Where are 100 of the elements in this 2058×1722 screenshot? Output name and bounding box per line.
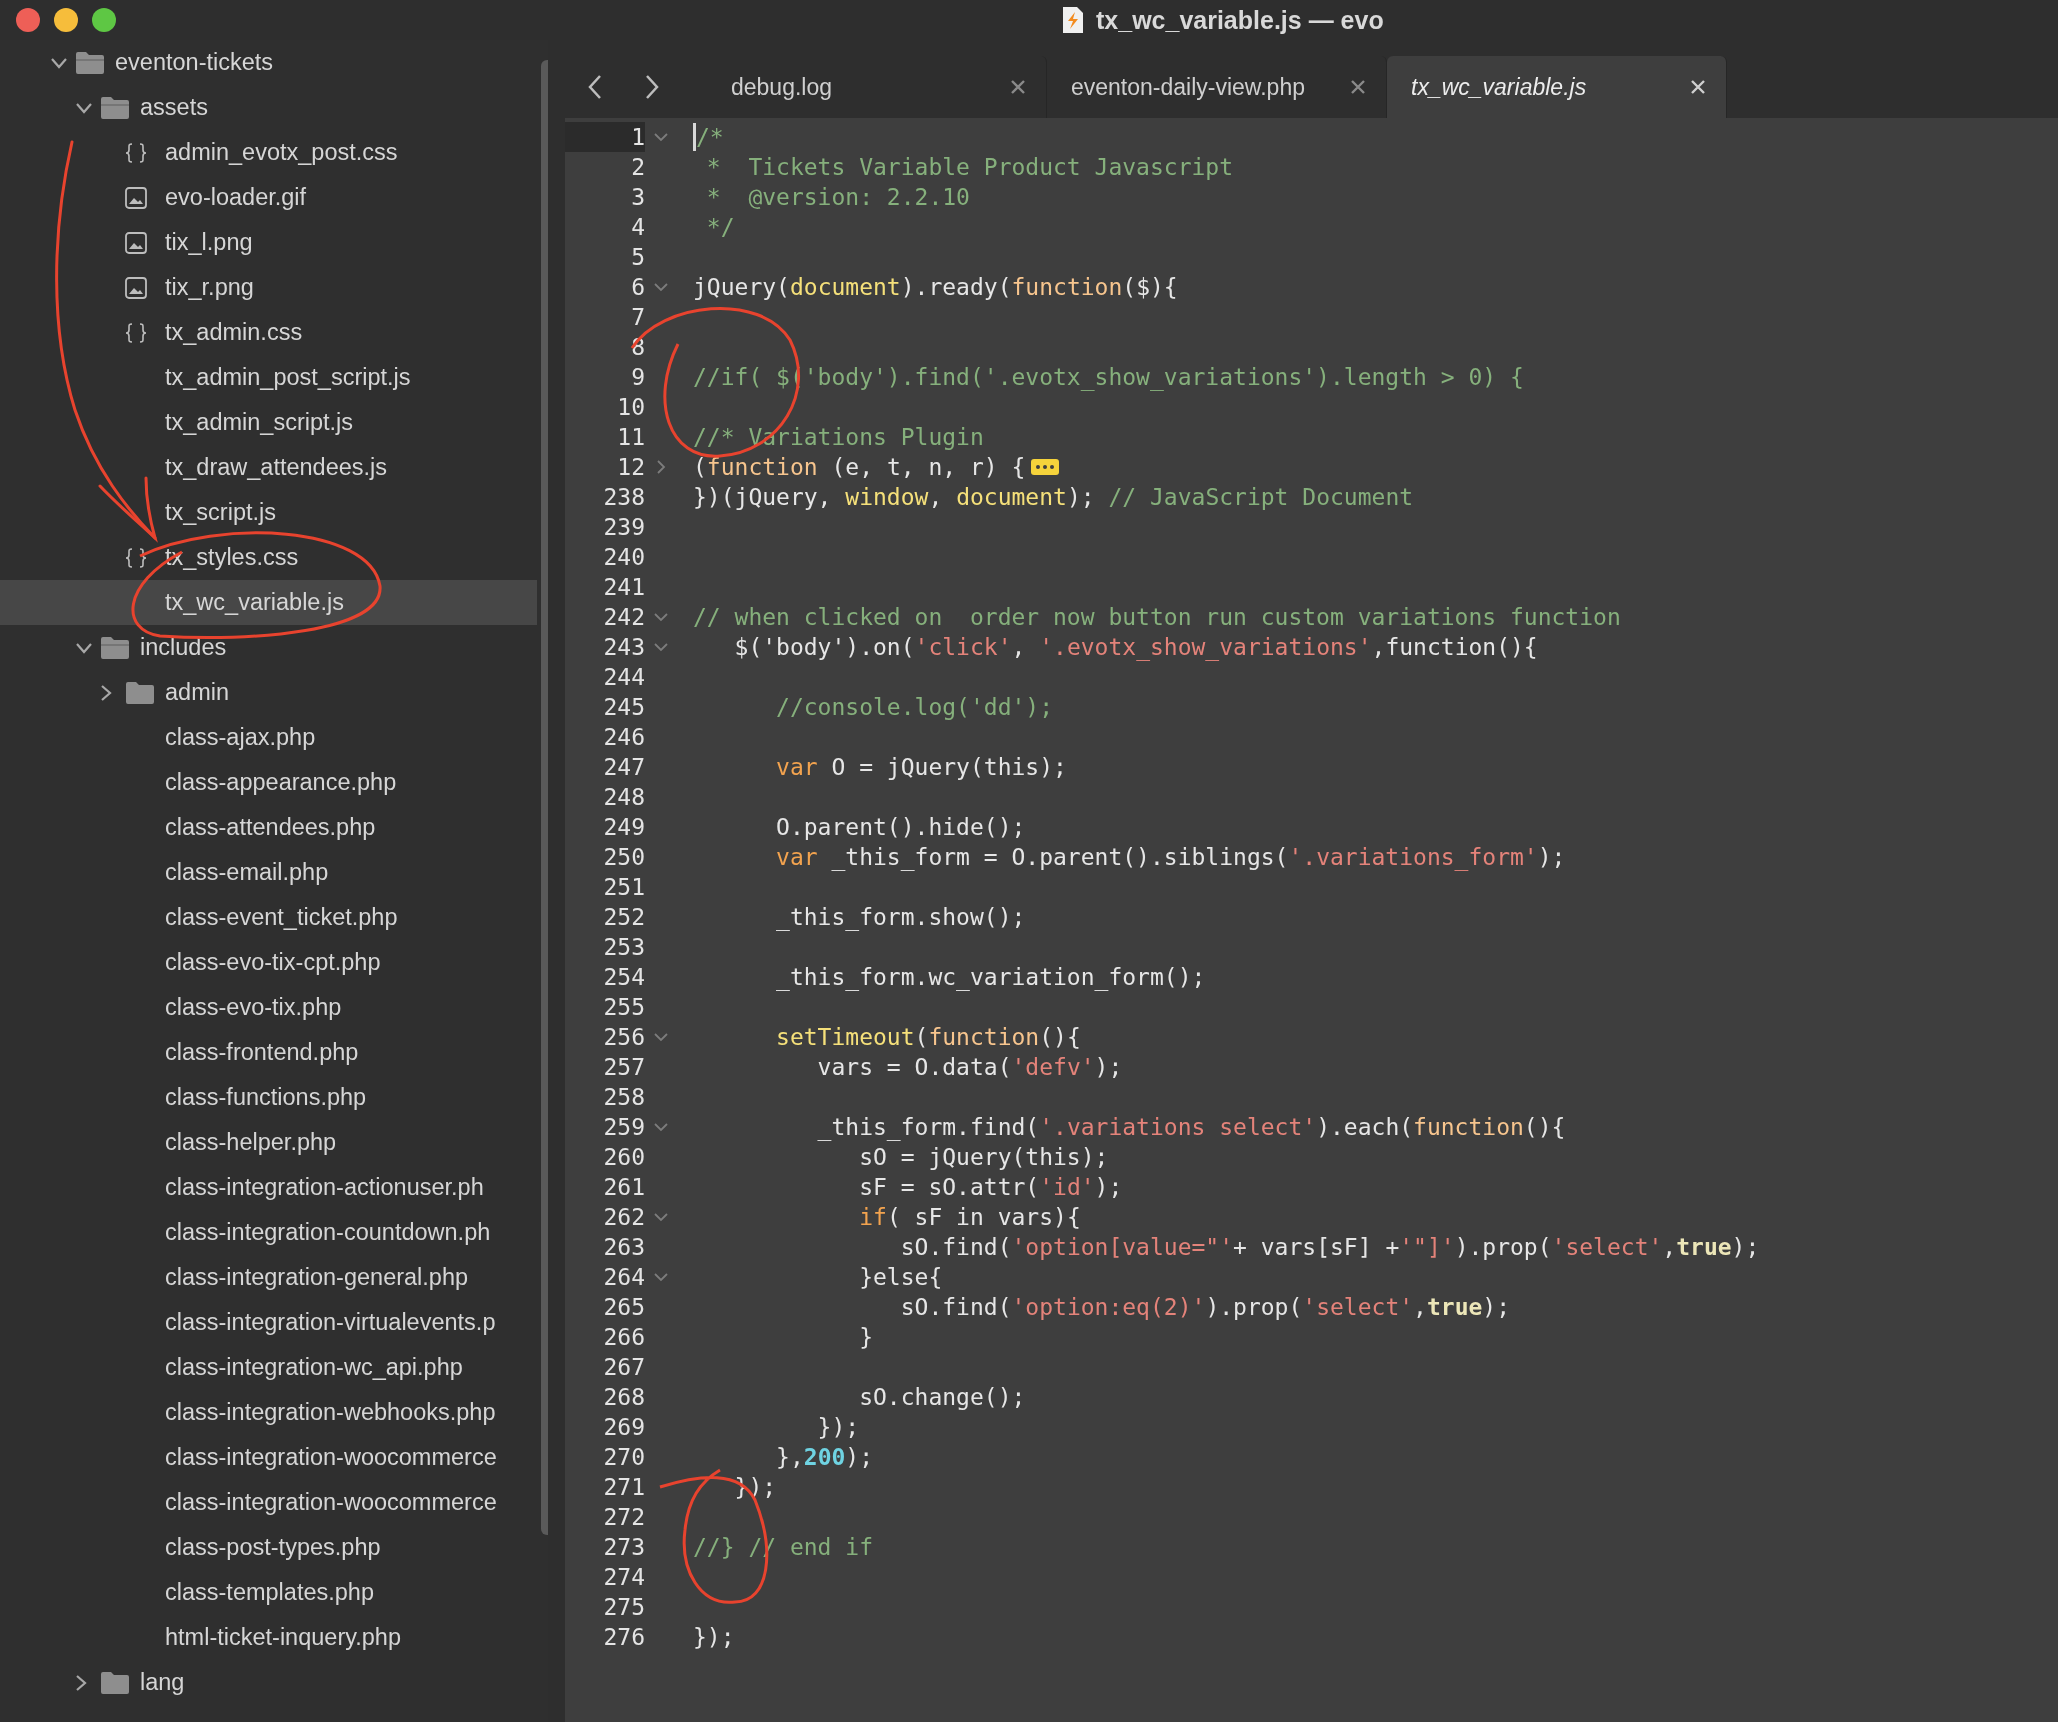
line-number: 276 xyxy=(602,1623,645,1652)
image-file-icon xyxy=(125,231,147,254)
folder-item[interactable]: lang xyxy=(0,1660,537,1705)
editor-tab[interactable]: tx_wc_variable.js xyxy=(1387,56,1727,118)
line-number: 272 xyxy=(602,1503,645,1532)
chevron-down-icon[interactable] xyxy=(50,56,68,69)
line-number: 2 xyxy=(630,153,645,182)
code-line: $('body').on('click', '.evotx_show_variations',function(){ xyxy=(733,633,1538,662)
folder-item[interactable]: includes xyxy=(0,625,537,670)
line-number: 250 xyxy=(602,843,645,872)
close-button[interactable] xyxy=(16,8,40,32)
code-line: _this_form.wc_variation_form(); xyxy=(775,963,1206,992)
file-item[interactable]: class-attendees.php xyxy=(0,805,537,850)
code-line: }); xyxy=(816,1413,860,1442)
chevron-down-icon[interactable] xyxy=(653,1272,669,1282)
file-item[interactable]: class-evo-tix-cpt.php xyxy=(0,940,537,985)
file-item[interactable]: class-functions.php xyxy=(0,1075,537,1120)
chevron-down-icon[interactable] xyxy=(75,101,93,114)
chevron-down-icon[interactable] xyxy=(653,642,669,652)
code-line: setTimeout(function(){ xyxy=(775,1023,1081,1052)
code-line: }); xyxy=(693,1623,735,1652)
file-item[interactable]: tx_script.js xyxy=(0,490,537,535)
line-number: 254 xyxy=(602,963,645,992)
line-number: 269 xyxy=(602,1413,645,1442)
file-item[interactable]: tx_draw_attendees.js xyxy=(0,445,537,490)
file-item[interactable]: class-ajax.php xyxy=(0,715,537,760)
file-item[interactable]: tx_admin_post_script.js xyxy=(0,355,537,400)
file-item[interactable]: tx_admin_script.js xyxy=(0,400,537,445)
line-number: 252 xyxy=(602,903,645,932)
close-icon[interactable] xyxy=(1010,79,1026,95)
chevron-right-icon[interactable] xyxy=(75,1673,87,1692)
zoom-button[interactable] xyxy=(92,8,116,32)
file-item[interactable]: class-integration-general.php xyxy=(0,1255,537,1300)
close-icon[interactable] xyxy=(1690,79,1706,95)
line-number: 249 xyxy=(602,813,645,842)
folder-icon xyxy=(100,635,130,660)
line-number: 238 xyxy=(602,483,645,512)
chevron-down-icon[interactable] xyxy=(653,1032,669,1042)
line-number: 239 xyxy=(602,513,645,542)
file-item[interactable]: class-event_ticket.php xyxy=(0,895,537,940)
file-item[interactable]: tix_l.png xyxy=(0,220,537,265)
line-number: 274 xyxy=(602,1563,645,1592)
file-item[interactable]: class-email.php xyxy=(0,850,537,895)
line-number: 246 xyxy=(602,723,645,752)
file-item[interactable]: class-integration-actionuser.ph xyxy=(0,1165,537,1210)
line-number: 275 xyxy=(602,1593,645,1622)
file-item[interactable]: class-templates.php xyxy=(0,1570,537,1615)
folder-item[interactable]: admin xyxy=(0,670,537,715)
code-line: //console.log('dd'); xyxy=(775,693,1054,722)
folder-icon xyxy=(75,50,105,75)
file-item[interactable]: evo-loader.gif xyxy=(0,175,537,220)
folder-icon xyxy=(100,95,130,120)
file-item[interactable]: class-post-types.php xyxy=(0,1525,537,1570)
minimize-button[interactable] xyxy=(54,8,78,32)
line-number: 251 xyxy=(602,873,645,902)
file-item[interactable]: html-ticket-inquery.php xyxy=(0,1615,537,1660)
ellipsis-icon[interactable] xyxy=(1031,459,1060,475)
line-number: 258 xyxy=(602,1083,645,1112)
braces-icon xyxy=(125,547,147,568)
braces-icon xyxy=(125,142,147,163)
file-item[interactable]: admin_evotx_post.css xyxy=(0,130,537,175)
chevron-right-icon[interactable] xyxy=(100,683,112,702)
text-cursor xyxy=(693,123,696,151)
chevron-down-icon[interactable] xyxy=(653,1212,669,1222)
file-item[interactable]: class-integration-virtualevents.p xyxy=(0,1300,537,1345)
chevron-down-icon[interactable] xyxy=(653,282,669,292)
file-item[interactable]: class-helper.php xyxy=(0,1120,537,1165)
close-icon[interactable] xyxy=(1350,79,1366,95)
file-item[interactable]: class-integration-webhooks.php xyxy=(0,1390,537,1435)
braces-icon xyxy=(125,322,147,343)
code-line: })(jQuery, window, document); // JavaScript Document xyxy=(693,483,1414,512)
line-number: 12 xyxy=(616,453,645,482)
chevron-right-icon[interactable] xyxy=(656,459,666,475)
code-line: _this_form.find('.variations select').each(function(){ xyxy=(816,1113,1566,1142)
file-item[interactable]: tx_admin.css xyxy=(0,310,537,355)
editor-tab[interactable]: debug.log xyxy=(707,56,1047,118)
file-item[interactable]: class-integration-woocommerce xyxy=(0,1480,537,1525)
file-item[interactable]: class-evo-tix.php xyxy=(0,985,537,1030)
chevron-down-icon[interactable] xyxy=(653,612,669,622)
file-item[interactable]: class-integration-woocommerce xyxy=(0,1435,537,1480)
code-line: sO.find('option[value="'+ vars[sF] +'"]').prop('select',true); xyxy=(899,1233,1760,1262)
code-line: */ xyxy=(705,213,735,242)
file-item[interactable]: tx_wc_variable.js xyxy=(0,580,537,625)
chevron-down-icon[interactable] xyxy=(653,1122,669,1132)
line-number: 244 xyxy=(602,663,645,692)
chevron-down-icon[interactable] xyxy=(75,641,93,654)
line-number: 261 xyxy=(602,1173,645,1202)
file-item[interactable]: class-integration-wc_api.php xyxy=(0,1345,537,1390)
line-number: 268 xyxy=(602,1383,645,1412)
folder-item[interactable]: assets xyxy=(0,85,537,130)
file-item[interactable]: class-appearance.php xyxy=(0,760,537,805)
file-item[interactable]: tix_r.png xyxy=(0,265,537,310)
file-item[interactable]: class-frontend.php xyxy=(0,1030,537,1075)
line-number: 260 xyxy=(602,1143,645,1172)
line-number: 264 xyxy=(602,1263,645,1292)
line-number: 4 xyxy=(630,213,645,242)
file-item[interactable]: class-integration-countdown.ph xyxy=(0,1210,537,1255)
line-number: 266 xyxy=(602,1323,645,1352)
chevron-down-icon[interactable] xyxy=(653,132,669,142)
folder-item[interactable]: eventon-tickets xyxy=(0,40,537,85)
